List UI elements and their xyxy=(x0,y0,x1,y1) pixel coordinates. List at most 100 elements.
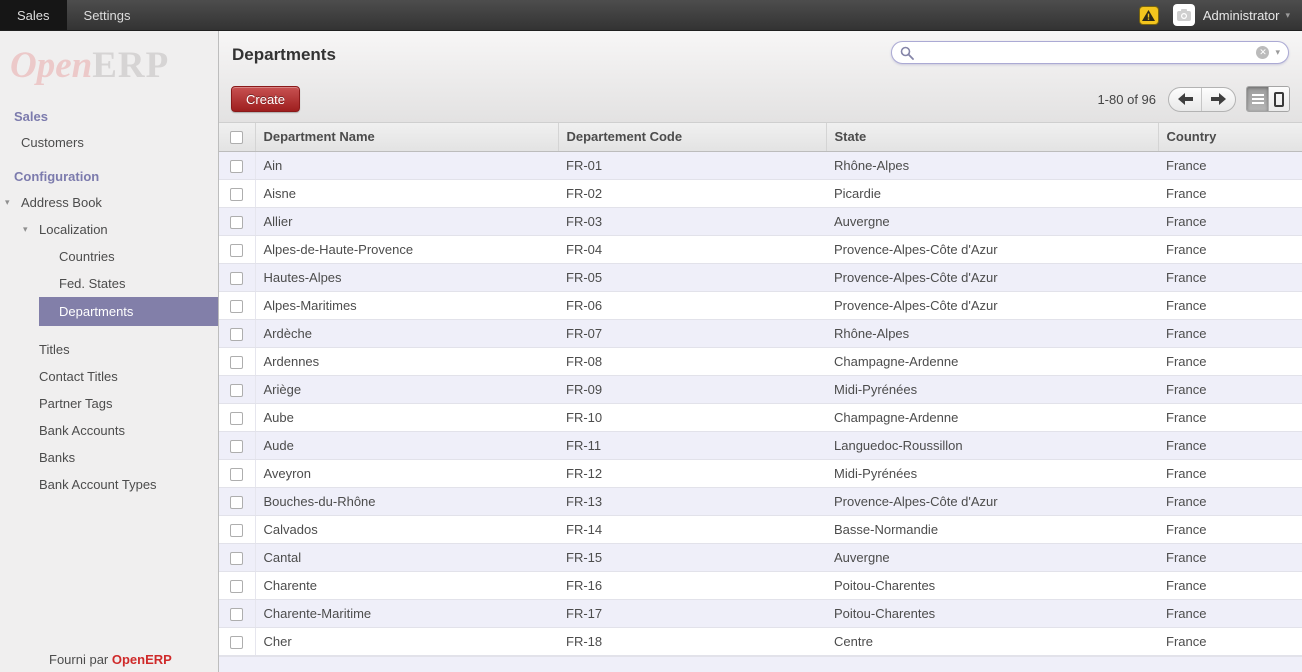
select-all-checkbox[interactable] xyxy=(230,131,243,144)
row-checkbox[interactable] xyxy=(230,412,243,425)
sidebar-item[interactable]: ▾ Departments xyxy=(39,297,218,326)
cell-country: France xyxy=(1158,207,1302,235)
row-checkbox[interactable] xyxy=(230,440,243,453)
row-checkbox[interactable] xyxy=(230,188,243,201)
openerp-brand-link[interactable]: OpenERP xyxy=(112,652,172,667)
sidebar-item[interactable]: ▾ Fed. States xyxy=(39,270,218,297)
table-row[interactable]: Ariège FR-09 Midi-Pyrénées France xyxy=(219,375,1302,403)
table-row[interactable]: Cantal FR-15 Auvergne France xyxy=(219,543,1302,571)
row-checkbox-cell xyxy=(219,403,255,431)
column-header-state[interactable]: State xyxy=(826,123,1158,151)
cell-department-name: Alpes-Maritimes xyxy=(255,291,558,319)
cell-departement-code: FR-06 xyxy=(558,291,826,319)
row-checkbox[interactable] xyxy=(230,356,243,369)
cell-department-name: Bouches-du-Rhône xyxy=(255,487,558,515)
cell-state: Midi-Pyrénées xyxy=(826,459,1158,487)
row-checkbox[interactable] xyxy=(230,216,243,229)
sidebar-item[interactable]: ▾ Bank Account Types xyxy=(19,471,218,498)
sidebar-item[interactable]: ▾ Bank Accounts xyxy=(19,417,218,444)
row-checkbox[interactable] xyxy=(230,552,243,565)
row-checkbox[interactable] xyxy=(230,524,243,537)
table-row[interactable]: Charente-Maritime FR-17 Poitou-Charentes… xyxy=(219,599,1302,627)
row-checkbox[interactable] xyxy=(230,244,243,257)
column-header-country[interactable]: Country xyxy=(1158,123,1302,151)
sidebar-item[interactable]: ▾ Customers xyxy=(1,129,218,156)
row-checkbox-cell xyxy=(219,291,255,319)
cell-state: Poitou-Charentes xyxy=(826,599,1158,627)
next-page-button[interactable] xyxy=(1202,88,1235,111)
cell-department-name: Aude xyxy=(255,431,558,459)
search-box[interactable]: ✕ ▾ xyxy=(891,41,1289,64)
table-row[interactable]: Bouches-du-Rhône FR-13 Provence-Alpes-Cô… xyxy=(219,487,1302,515)
list-view-icon xyxy=(1252,94,1264,104)
search-options-caret-icon[interactable]: ▾ xyxy=(1275,47,1280,58)
kanban-view-button[interactable] xyxy=(1268,87,1289,111)
cell-departement-code: FR-08 xyxy=(558,347,826,375)
column-header-department-name[interactable]: Department Name xyxy=(255,123,558,151)
sidebar-item[interactable]: ▾ Countries xyxy=(39,243,218,270)
table-row[interactable]: Aisne FR-02 Picardie France xyxy=(219,179,1302,207)
table-row[interactable]: Aude FR-11 Languedoc-Roussillon France xyxy=(219,431,1302,459)
row-checkbox-cell xyxy=(219,431,255,459)
table-row[interactable]: Aveyron FR-12 Midi-Pyrénées France xyxy=(219,459,1302,487)
row-checkbox[interactable] xyxy=(230,328,243,341)
row-checkbox[interactable] xyxy=(230,468,243,481)
table-row[interactable]: Charente FR-16 Poitou-Charentes France xyxy=(219,571,1302,599)
warning-icon[interactable] xyxy=(1139,6,1159,25)
sidebar-item[interactable]: ▾ Titles xyxy=(19,336,218,363)
cell-country: France xyxy=(1158,291,1302,319)
prev-page-button[interactable] xyxy=(1169,88,1202,111)
row-checkbox[interactable] xyxy=(230,300,243,313)
table-row[interactable]: Ain FR-01 Rhône-Alpes France xyxy=(219,151,1302,179)
sidebar-item-label: Banks xyxy=(39,450,75,465)
sidebar: OpenERP Sales ▾ Customers Configuration … xyxy=(0,31,219,672)
powered-by: Fourni par OpenERP xyxy=(49,652,172,667)
create-button[interactable]: Create xyxy=(231,86,300,112)
sidebar-section-title[interactable]: Configuration xyxy=(0,164,218,189)
clear-search-icon[interactable]: ✕ xyxy=(1256,46,1269,59)
sidebar-item[interactable]: ▾ Partner Tags xyxy=(19,390,218,417)
table-row[interactable]: Cher FR-18 Centre France xyxy=(219,627,1302,655)
table-row[interactable]: Hautes-Alpes FR-05 Provence-Alpes-Côte d… xyxy=(219,263,1302,291)
row-checkbox[interactable] xyxy=(230,608,243,621)
cell-state: Auvergne xyxy=(826,543,1158,571)
sidebar-item-label: Countries xyxy=(59,249,115,264)
table-row[interactable]: Ardèche FR-07 Rhône-Alpes France xyxy=(219,319,1302,347)
sidebar-item[interactable]: ▾ Address Book xyxy=(1,189,218,216)
table-row[interactable]: Alpes-de-Haute-Provence FR-04 Provence-A… xyxy=(219,235,1302,263)
row-checkbox[interactable] xyxy=(230,636,243,649)
pager-buttons xyxy=(1168,87,1236,112)
column-header-departement-code[interactable]: Departement Code xyxy=(558,123,826,151)
sidebar-items: ▾ Address Book ▾ Localization ▾ Countrie… xyxy=(0,189,218,498)
topbar: Sales Settings Administrator ▾ xyxy=(0,0,1302,31)
table-row[interactable]: Calvados FR-14 Basse-Normandie France xyxy=(219,515,1302,543)
row-checkbox[interactable] xyxy=(230,496,243,509)
list-view-button[interactable] xyxy=(1247,87,1268,111)
cell-state: Centre xyxy=(826,627,1158,655)
sidebar-item[interactable]: ▾ Banks xyxy=(19,444,218,471)
row-checkbox[interactable] xyxy=(230,272,243,285)
chevron-down-icon[interactable]: ▾ xyxy=(1285,10,1290,21)
avatar[interactable] xyxy=(1173,4,1195,26)
topbar-menu-item[interactable]: Settings xyxy=(67,0,148,30)
table-row[interactable]: Allier FR-03 Auvergne France xyxy=(219,207,1302,235)
row-checkbox[interactable] xyxy=(230,384,243,397)
row-checkbox[interactable] xyxy=(230,580,243,593)
table-row[interactable]: Aube FR-10 Champagne-Ardenne France xyxy=(219,403,1302,431)
cell-department-name: Aube xyxy=(255,403,558,431)
cell-departement-code: FR-10 xyxy=(558,403,826,431)
user-menu[interactable]: Administrator xyxy=(1203,8,1280,23)
row-checkbox[interactable] xyxy=(230,160,243,173)
topbar-menu-item[interactable]: Sales xyxy=(0,0,67,30)
partial-row xyxy=(219,656,1302,672)
search-input[interactable] xyxy=(919,44,1256,61)
sidebar-item[interactable]: ▾ Localization xyxy=(19,216,218,243)
table-row[interactable]: Ardennes FR-08 Champagne-Ardenne France xyxy=(219,347,1302,375)
sidebar-item[interactable]: ▾ Contact Titles xyxy=(19,363,218,390)
sidebar-section-title[interactable]: Sales xyxy=(0,104,218,129)
sidebar-item-label: Localization xyxy=(39,222,108,237)
topbar-menus: Sales Settings xyxy=(0,0,148,30)
cell-departement-code: FR-07 xyxy=(558,319,826,347)
sidebar-item-label: Titles xyxy=(39,342,70,357)
table-row[interactable]: Alpes-Maritimes FR-06 Provence-Alpes-Côt… xyxy=(219,291,1302,319)
